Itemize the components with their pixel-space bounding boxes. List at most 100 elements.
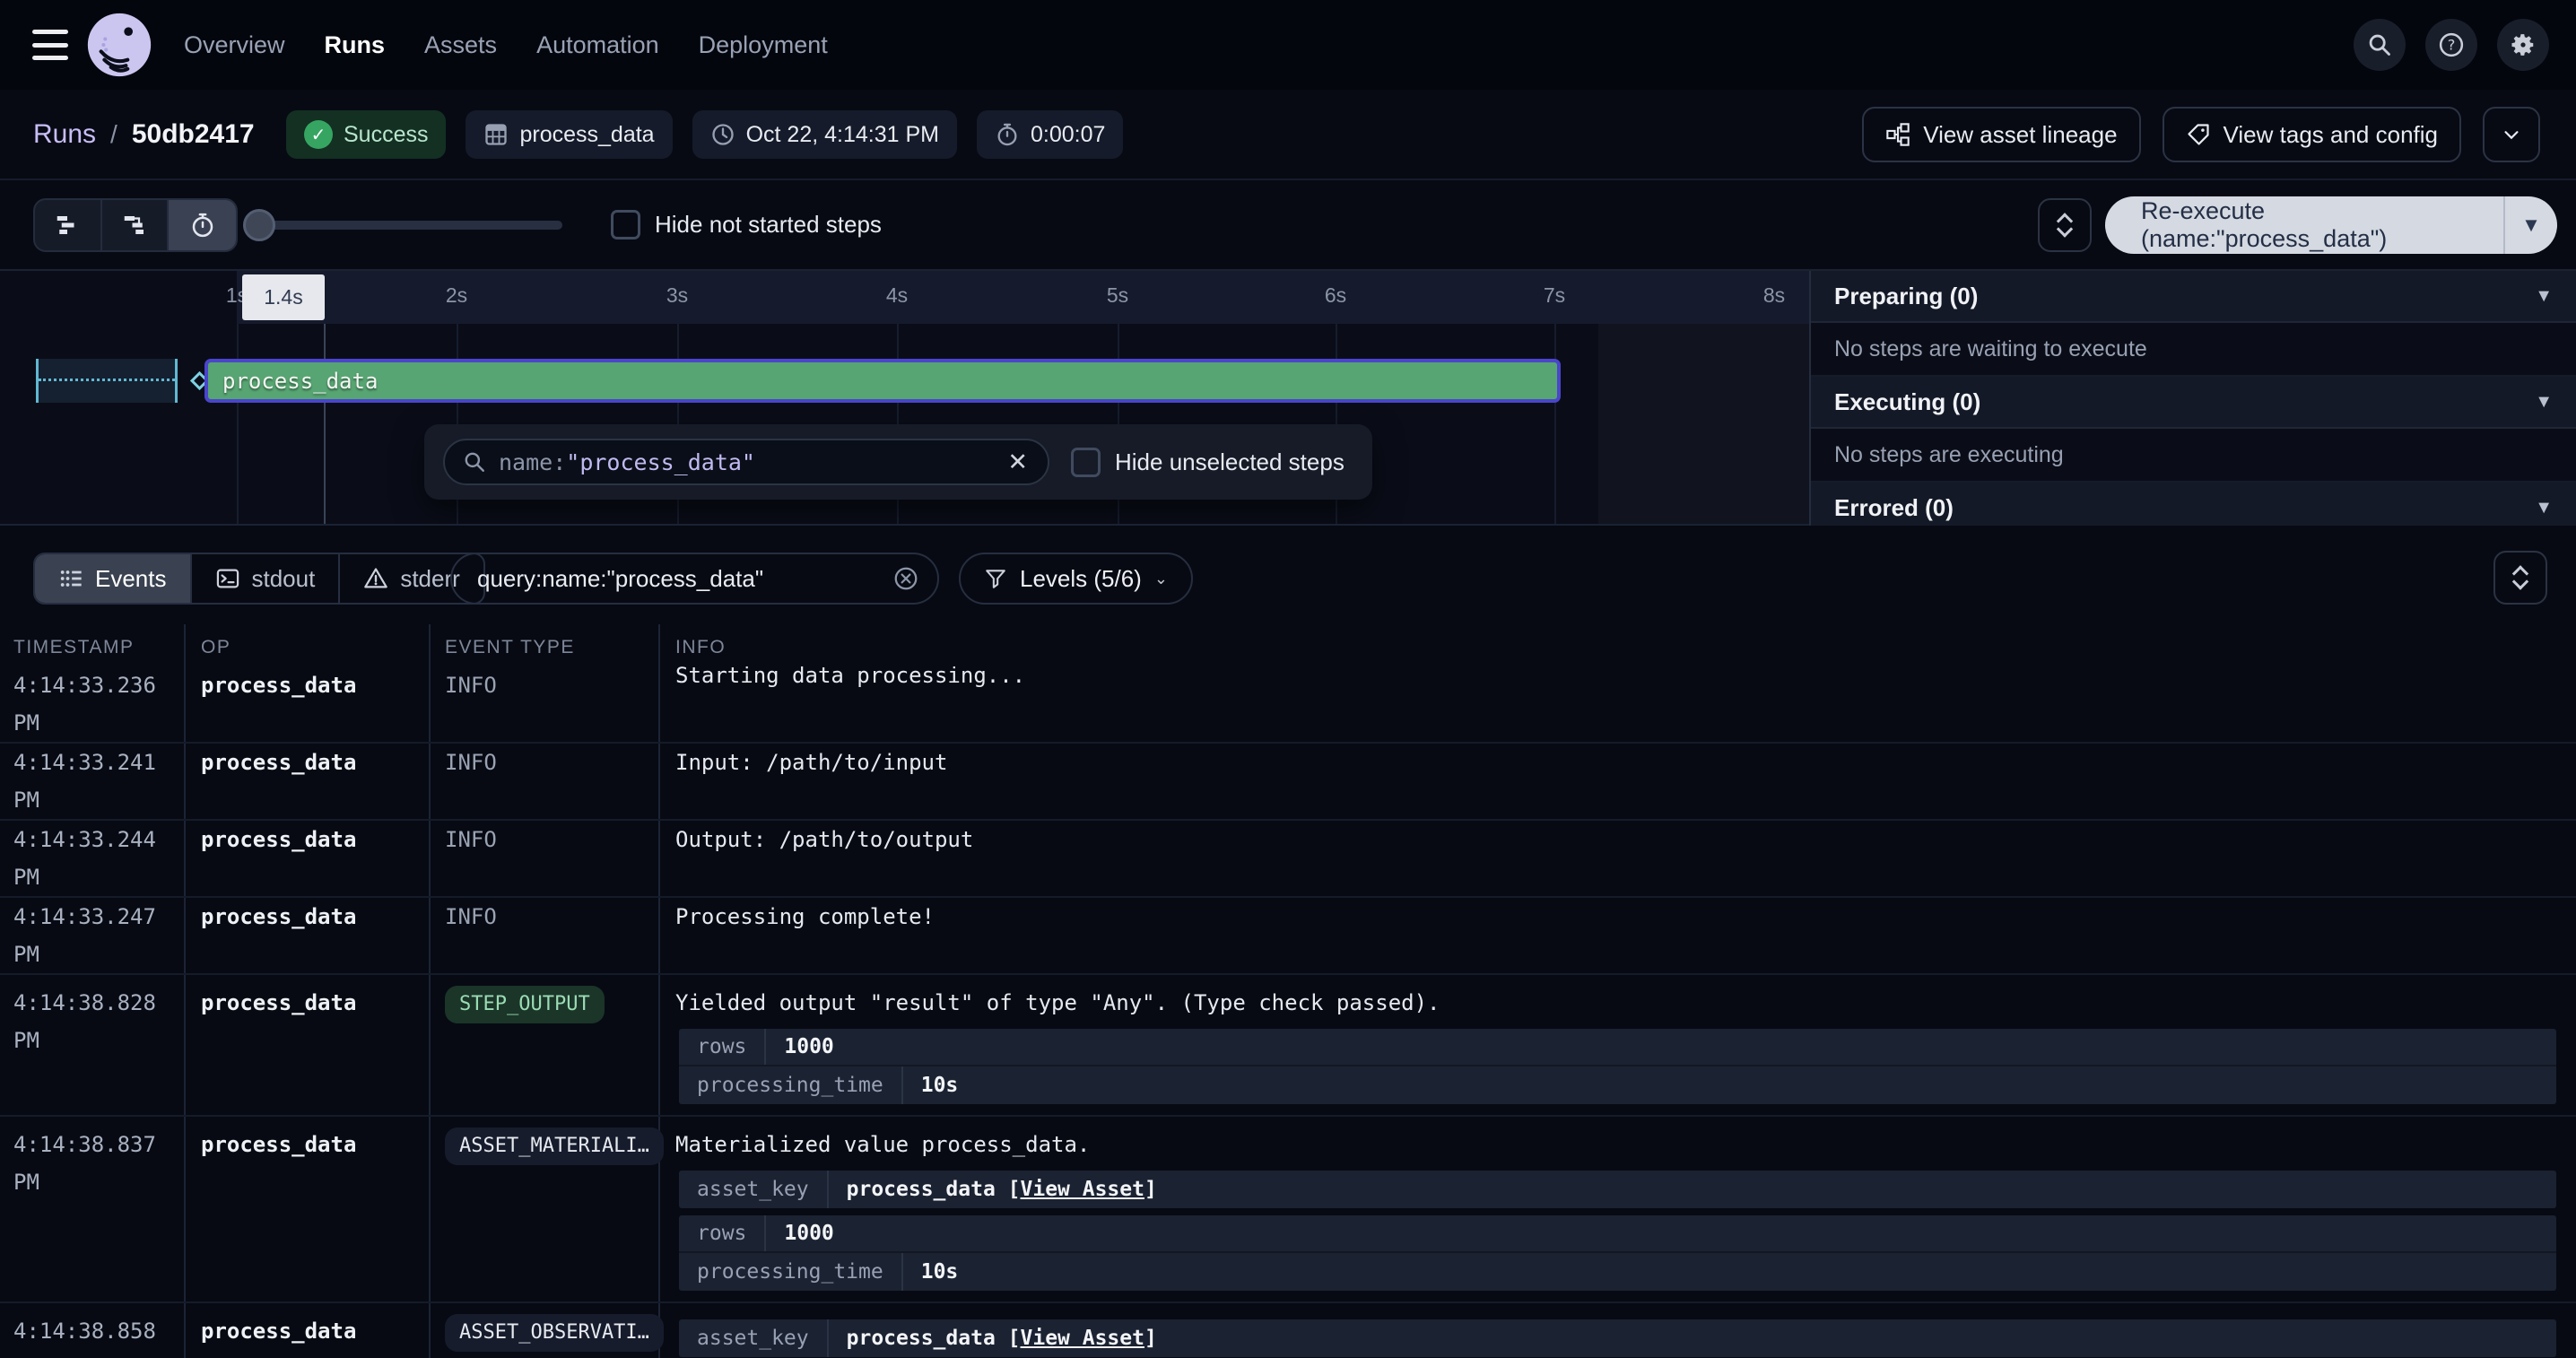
breadcrumb-runs-link[interactable]: Runs <box>33 119 96 150</box>
view-asset-lineage-label: View asset lineage <box>1923 121 2117 149</box>
nav-deployment[interactable]: Deployment <box>699 31 828 59</box>
cell-timestamp: 4:14:33.241 PM <box>0 744 184 819</box>
cell-op: process_data <box>184 666 429 742</box>
preparing-section-header[interactable]: Preparing (0) ▼ <box>1811 271 2576 323</box>
start-time-badge: Oct 22, 4:14:31 PM <box>692 110 957 159</box>
tick-5s: 5s <box>1082 283 1153 308</box>
log-filter-query: query:name:"process_data" <box>452 565 892 593</box>
cell-event-type: STEP_OUTPUT <box>429 975 658 1115</box>
step-waiting-box <box>36 359 178 403</box>
cell-op: process_data <box>184 1117 429 1301</box>
view-asset-link[interactable]: View Asset <box>1021 1327 1144 1350</box>
metadata-key: asset_key <box>679 1319 829 1357</box>
collapse-triangle-icon: ▼ <box>2535 286 2553 307</box>
zoom-slider[interactable] <box>247 221 562 230</box>
view-tags-config-button[interactable]: View tags and config <box>2163 107 2461 162</box>
gear-icon <box>2510 31 2537 58</box>
job-grid-icon <box>483 122 509 147</box>
metadata-key: rows <box>679 1215 766 1251</box>
primary-nav: Overview Runs Assets Automation Deployme… <box>184 0 828 90</box>
clear-search-icon[interactable]: ✕ <box>1007 448 1028 476</box>
terminal-icon <box>215 566 240 591</box>
errored-section-header[interactable]: Errored (0) ▼ <box>1811 483 2576 526</box>
tab-stdout[interactable]: stdout <box>192 554 341 603</box>
dagster-run-page: Overview Runs Assets Automation Deployme… <box>0 0 2576 1358</box>
log-expand-button[interactable] <box>2493 551 2547 605</box>
settings-button[interactable] <box>2497 19 2549 71</box>
metadata-value: process_data [View Asset] <box>829 1178 1175 1201</box>
clock-icon <box>710 122 735 147</box>
menu-icon[interactable] <box>32 30 68 60</box>
cell-event-type: INFO <box>429 898 658 973</box>
metadata-row: processing_time10s <box>679 1066 2556 1104</box>
log-filter-input[interactable]: query:name:"process_data" <box>450 553 939 605</box>
status-badge: ✓ Success <box>286 110 446 159</box>
dagster-logo-icon[interactable] <box>86 12 152 78</box>
zoom-slider-handle[interactable] <box>243 209 275 241</box>
waiting-dotted-line <box>39 379 175 381</box>
tab-events[interactable]: Events <box>35 554 192 603</box>
gridline <box>237 324 239 524</box>
cell-op: process_data <box>184 744 429 819</box>
step-bar-process-data[interactable]: process_data <box>205 359 1561 403</box>
header-event-type: EVENT TYPE <box>445 629 575 666</box>
job-name: process_data <box>519 122 654 148</box>
hide-unselected-label: Hide unselected steps <box>1115 448 1345 476</box>
reexecute-button[interactable]: Re-execute (name:"process_data") ▼ <box>2105 196 2557 254</box>
event-type-badge: STEP_OUTPUT <box>445 986 605 1023</box>
tag-icon <box>2186 122 2211 147</box>
hide-not-started-label: Hide not started steps <box>655 211 882 239</box>
timed-view-button[interactable] <box>169 200 236 250</box>
tick-3s: 3s <box>641 283 713 308</box>
breadcrumb: Runs / 50db2417 <box>33 90 255 179</box>
help-button[interactable]: ? <box>2425 19 2477 71</box>
clear-filter-icon[interactable] <box>892 565 919 592</box>
table-row: 4:14:38.858 PMprocess_dataASSET_OBSERVAT… <box>0 1303 2576 1358</box>
metadata-value: 1000 <box>766 1222 851 1245</box>
metadata-value: process_data [View Asset] <box>829 1327 1175 1350</box>
view-asset-link[interactable]: View Asset <box>1021 1178 1144 1201</box>
flat-view-button[interactable] <box>35 200 102 250</box>
cell-info: Processing complete! <box>658 898 2576 973</box>
levels-label: Levels (5/6) <box>1020 565 1142 593</box>
run-badges: ✓ Success process_data Oct 22, 4:14:31 P… <box>286 110 1123 159</box>
nav-overview[interactable]: Overview <box>184 31 285 59</box>
step-state-panel: Preparing (0) ▼ No steps are waiting to … <box>1809 271 2576 526</box>
nav-runs[interactable]: Runs <box>325 31 386 59</box>
metadata-key: processing_time <box>679 1066 903 1104</box>
stopwatch-icon <box>189 212 216 239</box>
cell-event-type: INFO <box>429 821 658 896</box>
step-search-input[interactable]: name: "process_data" ✕ <box>443 439 1049 485</box>
nav-automation[interactable]: Automation <box>536 31 659 59</box>
topbar-actions: ? <box>2354 19 2549 71</box>
cell-op: process_data <box>184 1303 429 1358</box>
waterfall-view-button[interactable] <box>102 200 170 250</box>
executing-section-header[interactable]: Executing (0) ▼ <box>1811 377 2576 429</box>
svg-text:?: ? <box>2448 37 2456 54</box>
metadata-row: processing_time10s <box>679 1253 2556 1291</box>
cell-op: process_data <box>184 898 429 973</box>
job-badge[interactable]: process_data <box>466 110 672 159</box>
info-text: Materialized value process_data. <box>675 1126 2556 1163</box>
nav-assets[interactable]: Assets <box>424 31 497 59</box>
reexecute-caret-icon[interactable]: ▼ <box>2505 213 2557 237</box>
metadata-table: rows1000 processing_time10s <box>679 1215 2556 1291</box>
tick-6s: 6s <box>1300 283 1371 308</box>
hide-not-started-checkbox[interactable] <box>611 210 640 239</box>
search-icon <box>2367 32 2392 57</box>
more-run-actions-button[interactable] <box>2483 107 2540 162</box>
gantt-fullscreen-button[interactable] <box>2038 198 2092 252</box>
filter-funnel-icon <box>984 567 1007 590</box>
hide-unselected-checkbox[interactable] <box>1071 448 1101 477</box>
collapse-triangle-icon: ▼ <box>2535 392 2553 413</box>
levels-dropdown[interactable]: Levels (5/6) ⌄ <box>959 553 1193 605</box>
search-button[interactable] <box>2354 19 2406 71</box>
chevron-down-icon: ⌄ <box>1154 570 1168 588</box>
time-cursor-line <box>324 324 326 524</box>
cell-timestamp: 4:14:38.828 PM <box>0 975 184 1115</box>
search-query-value: "process_data" <box>566 449 755 475</box>
view-asset-lineage-button[interactable]: View asset lineage <box>1862 107 2140 162</box>
events-list-icon <box>58 566 83 591</box>
executing-title: Executing (0) <box>1834 388 1980 416</box>
metadata-key: rows <box>679 1029 766 1065</box>
